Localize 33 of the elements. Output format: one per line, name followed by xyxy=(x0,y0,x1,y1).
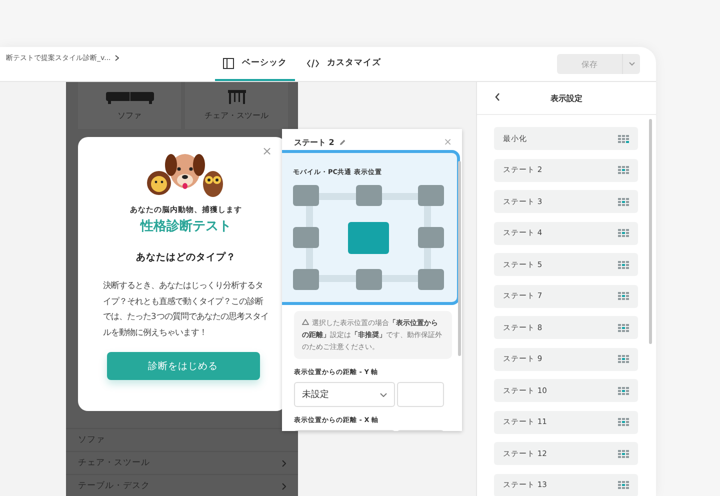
code-icon xyxy=(307,58,319,68)
position-option[interactable] xyxy=(293,269,319,290)
tab[interactable]: カスタマイズ xyxy=(299,47,389,81)
chevron-right-icon xyxy=(282,460,286,466)
position-option[interactable] xyxy=(293,227,319,248)
caret-icon xyxy=(380,392,387,396)
position-option[interactable] xyxy=(418,269,444,290)
state-title: ステート 2 xyxy=(294,137,334,148)
position-option[interactable] xyxy=(418,185,444,206)
popup-description: 決断するとき、あなたはじっくり分析するタイプ？それとも直感で動くタイプ？この診断では、たった3つの質問であなたの思考スタイルを動物に例えちゃいます！ xyxy=(103,279,269,338)
position-option[interactable] xyxy=(356,269,382,290)
position-option[interactable] xyxy=(356,185,382,206)
caret-icon xyxy=(628,62,634,66)
position-option[interactable] xyxy=(418,227,444,248)
position-option[interactable] xyxy=(293,185,319,206)
pencil-icon[interactable] xyxy=(339,139,346,146)
stool-icon xyxy=(228,90,246,104)
scrollbar[interactable] xyxy=(458,161,461,356)
back-button[interactable] xyxy=(495,93,500,101)
chevron-left-icon xyxy=(495,93,500,101)
chevron-right-icon xyxy=(114,55,119,61)
y-distance-select[interactable]: 未設定 xyxy=(294,382,395,407)
sofa-icon xyxy=(106,92,154,104)
panel-title: 表示設定 xyxy=(550,92,582,104)
panel-icon xyxy=(223,58,234,68)
warning-icon xyxy=(302,319,309,325)
save-options-button[interactable] xyxy=(622,54,640,74)
y-distance-input[interactable] xyxy=(397,382,444,407)
position-option[interactable] xyxy=(348,222,389,254)
chevron-right-icon xyxy=(282,482,286,490)
popup-question: あなたはどのタイプ？ xyxy=(136,251,236,264)
scrollbar[interactable] xyxy=(649,119,652,344)
popup-title: 性格診断テスト xyxy=(140,218,232,235)
